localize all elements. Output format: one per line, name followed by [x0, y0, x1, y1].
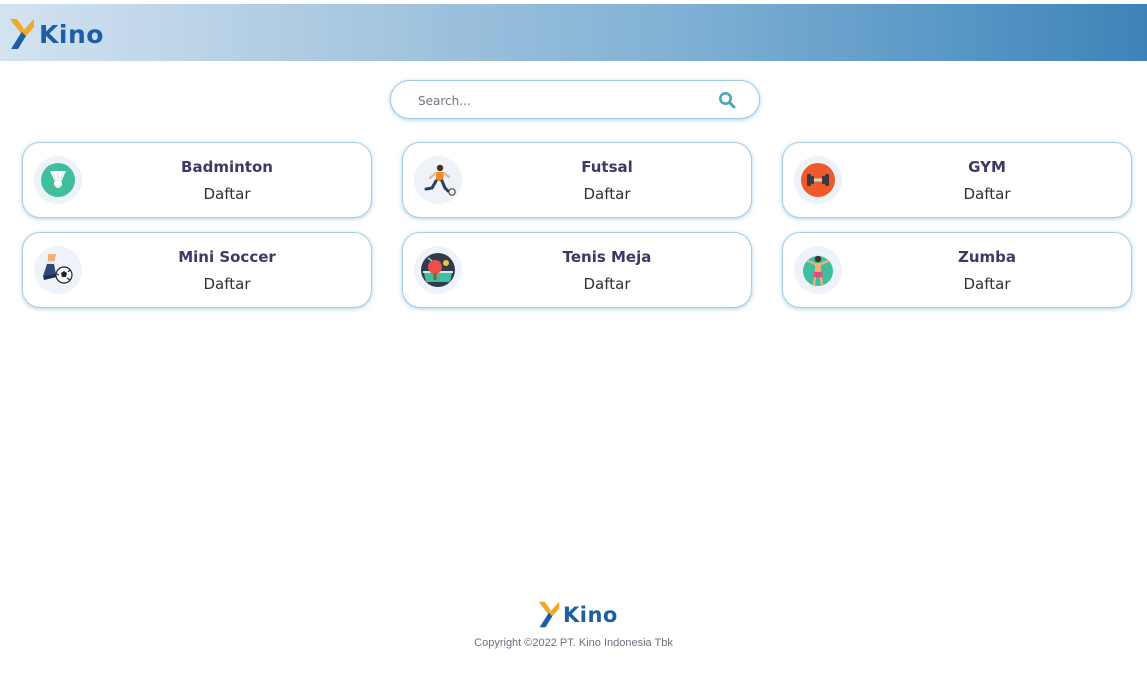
activity-title: Tenis Meja: [562, 248, 652, 266]
activity-icon-container: [794, 156, 842, 204]
zumba-dancer-icon: [803, 255, 833, 287]
kino-logo-mark-icon: [538, 601, 560, 628]
activity-icon-container: [34, 246, 82, 294]
activity-title: Futsal: [581, 158, 633, 176]
activity-card-badminton[interactable]: Badminton Daftar: [22, 142, 372, 218]
shuttlecock-icon: [41, 163, 75, 197]
kino-logo-mark-icon: [10, 19, 34, 49]
activity-title: GYM: [968, 158, 1006, 176]
activity-card-tenis-meja[interactable]: Tenis Meja Daftar: [402, 232, 752, 308]
daftar-link[interactable]: Daftar: [83, 275, 371, 293]
footer-logo[interactable]: Kino: [537, 600, 618, 629]
activity-title: Badminton: [181, 158, 273, 176]
header-logo[interactable]: Kino: [8, 17, 104, 51]
header-logo-text: Kino: [39, 19, 104, 49]
dumbbell-icon: [801, 163, 835, 197]
activity-icon-container: [794, 246, 842, 294]
activity-icon-container: [414, 246, 462, 294]
activity-title: Mini Soccer: [178, 248, 276, 266]
activity-icon-container: [414, 156, 462, 204]
search-input[interactable]: [416, 90, 710, 112]
daftar-link[interactable]: Daftar: [843, 275, 1131, 293]
footer-logo-text: Kino: [563, 602, 618, 627]
activity-card-mini-soccer[interactable]: Mini Soccer Daftar: [22, 232, 372, 308]
activity-card-gym[interactable]: GYM Daftar: [782, 142, 1132, 218]
daftar-link[interactable]: Daftar: [463, 275, 751, 293]
table-tennis-icon: [421, 253, 455, 287]
copyright-text: Copyright ©2022 PT. Kino Indonesia Tbk: [474, 637, 673, 649]
activity-title: Zumba: [957, 248, 1017, 266]
futsal-player-icon: [424, 164, 456, 196]
daftar-link[interactable]: Daftar: [843, 185, 1131, 203]
search-icon[interactable]: [718, 91, 736, 109]
soccer-boot-ball-icon: [43, 254, 73, 284]
daftar-link[interactable]: Daftar: [83, 185, 371, 203]
activity-icon-container: [34, 156, 82, 204]
activity-card-futsal[interactable]: Futsal Daftar: [402, 142, 752, 218]
search-bar: [390, 80, 760, 119]
activity-card-zumba[interactable]: Zumba Daftar: [782, 232, 1132, 308]
top-header-bar: Kino: [0, 4, 1147, 61]
daftar-link[interactable]: Daftar: [463, 185, 751, 203]
